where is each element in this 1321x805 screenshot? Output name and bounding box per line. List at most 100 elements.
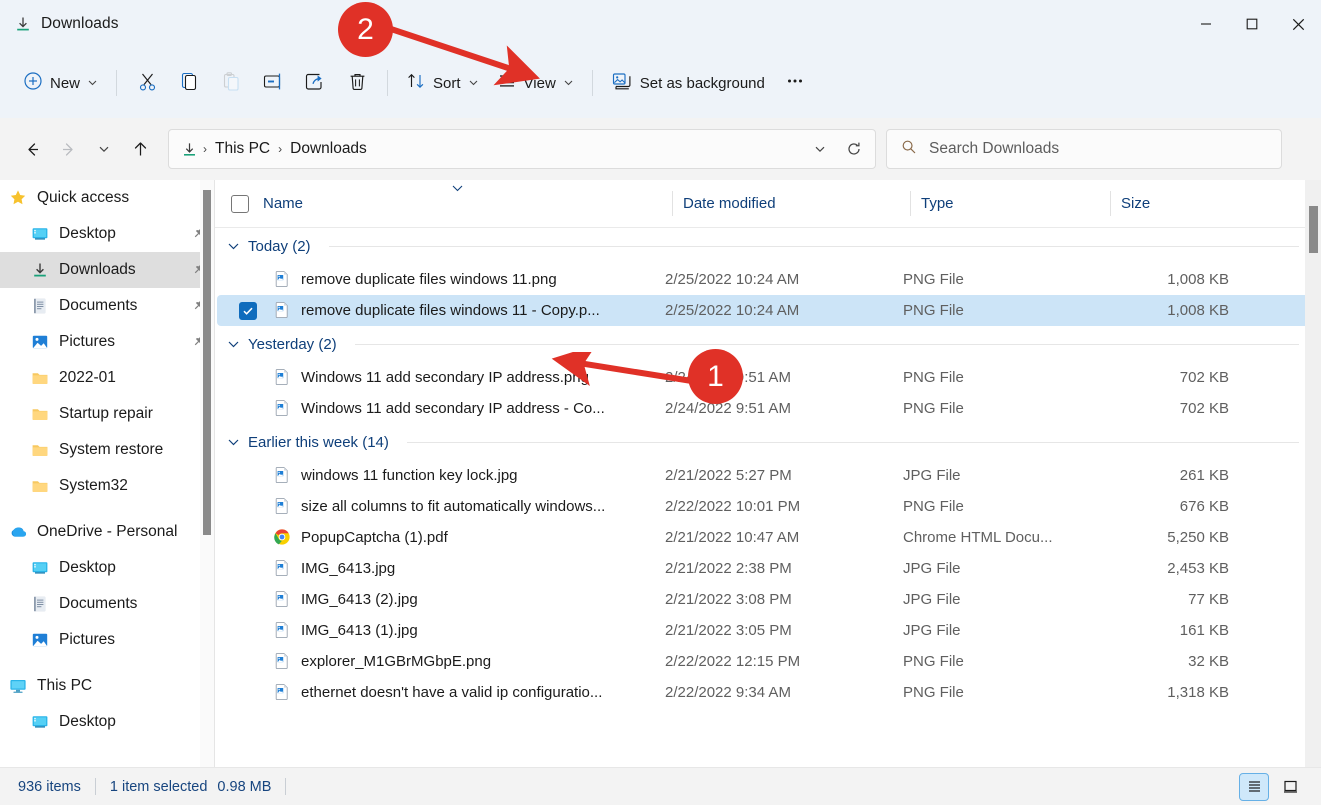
file-size: 2,453 KB (1103, 560, 1229, 577)
column-headers: Name Date modified Type Size (215, 180, 1321, 228)
sidebar-item-downloads[interactable]: Downloads (0, 252, 214, 288)
sidebar-item-2022-01[interactable]: 2022-01 (0, 360, 214, 396)
file-list-scrollbar-thumb[interactable] (1309, 206, 1318, 253)
search-input[interactable] (929, 140, 1267, 158)
file-size: 261 KB (1103, 467, 1229, 484)
more-options-button[interactable] (774, 64, 816, 102)
selected-file-row[interactable]: remove duplicate files windows 11 - Copy… (217, 295, 1317, 326)
set-as-background-button[interactable]: Set as background (602, 64, 774, 102)
file-checkbox[interactable] (239, 467, 257, 485)
rename-button[interactable] (252, 64, 294, 102)
file-row[interactable]: IMG_6413 (1).jpg2/21/2022 3:05 PMJPG Fil… (217, 615, 1317, 646)
delete-button[interactable] (336, 64, 378, 102)
sidebar-item-label: This PC (37, 677, 92, 695)
details-view-button[interactable] (1239, 773, 1269, 801)
refresh-button[interactable] (837, 133, 871, 165)
sidebar-item-this-pc[interactable]: This PC (0, 668, 214, 704)
group-header[interactable]: Today (2) (215, 228, 1321, 264)
sidebar-item-desktop[interactable]: Desktop (0, 550, 214, 586)
file-row[interactable]: explorer_M1GBrMGbpE.png2/22/2022 12:15 P… (217, 646, 1317, 677)
file-row[interactable]: ethernet doesn't have a valid ip configu… (217, 677, 1317, 708)
file-checkbox[interactable] (239, 302, 257, 320)
selection-size-label: 0.98 MB (217, 779, 271, 795)
new-button[interactable]: New (14, 64, 107, 102)
column-header-date-modified[interactable]: Date modified (673, 180, 911, 227)
address-bar[interactable]: › This PC › Downloads (168, 129, 876, 169)
file-row[interactable]: remove duplicate files windows 11.png2/2… (217, 264, 1317, 295)
file-row[interactable]: PopupCaptcha (1).pdf2/21/2022 10:47 AMCh… (217, 522, 1317, 553)
sidebar-item-onedrive-personal[interactable]: OneDrive - Personal (0, 514, 214, 550)
file-row[interactable]: windows 11 function key lock.jpg2/21/202… (217, 460, 1317, 491)
file-checkbox[interactable] (239, 529, 257, 547)
sidebar-item-label: Pictures (59, 631, 115, 649)
file-row[interactable]: Windows 11 add secondary IP address - Co… (217, 393, 1317, 424)
previous-locations-button[interactable] (803, 133, 837, 165)
column-header-size[interactable]: Size (1111, 180, 1249, 227)
sort-button[interactable]: Sort (397, 64, 488, 102)
file-checkbox[interactable] (239, 684, 257, 702)
breadcrumb-downloads[interactable]: Downloads (283, 136, 374, 162)
sidebar-item-pictures[interactable]: Pictures (0, 622, 214, 658)
file-date-modified: 2/22/2022 9:34 AM (665, 684, 903, 701)
ellipsis-icon (785, 71, 805, 95)
sidebar-item-quick-access[interactable]: Quick access (0, 180, 214, 216)
file-type: JPG File (903, 591, 1103, 608)
file-checkbox[interactable] (239, 622, 257, 640)
sidebar-item-desktop[interactable]: Desktop (0, 704, 214, 740)
maximize-button[interactable] (1229, 0, 1275, 48)
file-type: PNG File (903, 302, 1103, 319)
sidebar-item-documents[interactable]: Documents (0, 288, 214, 324)
file-checkbox[interactable] (239, 400, 257, 418)
breadcrumb-this-pc[interactable]: This PC (208, 136, 277, 162)
file-date-modified: 2/21/2022 2:38 PM (665, 560, 903, 577)
back-button[interactable] (14, 131, 50, 167)
close-button[interactable] (1275, 0, 1321, 48)
group-header[interactable]: Earlier this week (14) (215, 424, 1321, 460)
file-name: Windows 11 add secondary IP address - Co… (301, 400, 665, 417)
sidebar-item-documents[interactable]: Documents (0, 586, 214, 622)
cut-button[interactable] (126, 64, 168, 102)
sidebar-item-system-restore[interactable]: System restore (0, 432, 214, 468)
file-size: 702 KB (1103, 369, 1229, 386)
sidebar-scrollbar[interactable] (200, 180, 214, 767)
recent-locations-button[interactable] (86, 131, 122, 167)
view-button[interactable]: View (488, 64, 583, 102)
column-header-name[interactable]: Name (215, 180, 673, 227)
sidebar-scrollbar-thumb[interactable] (203, 190, 211, 535)
navigation-pane: Quick accessDesktopDownloadsDocumentsPic… (0, 180, 214, 767)
column-header-type[interactable]: Type (911, 180, 1111, 227)
file-date-modified: 2/21/2022 10:47 AM (665, 529, 903, 546)
title-bar-left: Downloads (0, 15, 119, 33)
minimize-button[interactable] (1183, 0, 1229, 48)
group-header[interactable]: Yesterday (2) (215, 326, 1321, 362)
file-checkbox[interactable] (239, 653, 257, 671)
share-button[interactable] (294, 64, 336, 102)
sidebar-item-startup-repair[interactable]: Startup repair (0, 396, 214, 432)
file-list-scrollbar[interactable] (1305, 180, 1321, 767)
file-checkbox[interactable] (239, 369, 257, 387)
sidebar-item-label: Documents (59, 297, 137, 315)
file-checkbox[interactable] (239, 498, 257, 516)
file-row[interactable]: size all columns to fit automatically wi… (217, 491, 1317, 522)
view-toggle-group (1239, 773, 1313, 801)
file-checkbox[interactable] (239, 591, 257, 609)
file-checkbox[interactable] (239, 560, 257, 578)
file-row[interactable]: Windows 11 add secondary IP address.png2… (217, 362, 1317, 393)
forward-button[interactable] (50, 131, 86, 167)
large-icons-view-button[interactable] (1275, 773, 1305, 801)
paste-button[interactable] (210, 64, 252, 102)
file-size: 676 KB (1103, 498, 1229, 515)
file-row[interactable]: IMG_6413 (2).jpg2/21/2022 3:08 PMJPG Fil… (217, 584, 1317, 615)
file-list-pane: Name Date modified Type Size (215, 180, 1321, 767)
search-box[interactable] (886, 129, 1282, 169)
sidebar-item-desktop[interactable]: Desktop (0, 216, 214, 252)
file-size: 702 KB (1103, 400, 1229, 417)
copy-button[interactable] (168, 64, 210, 102)
file-checkbox[interactable] (239, 271, 257, 289)
file-row[interactable]: IMG_6413.jpg2/21/2022 2:38 PMJPG File2,4… (217, 553, 1317, 584)
pictures-icon (30, 332, 50, 352)
sidebar-item-system32[interactable]: System32 (0, 468, 214, 504)
up-button[interactable] (122, 131, 158, 167)
sidebar-item-pictures[interactable]: Pictures (0, 324, 214, 360)
select-all-checkbox[interactable] (231, 195, 249, 213)
